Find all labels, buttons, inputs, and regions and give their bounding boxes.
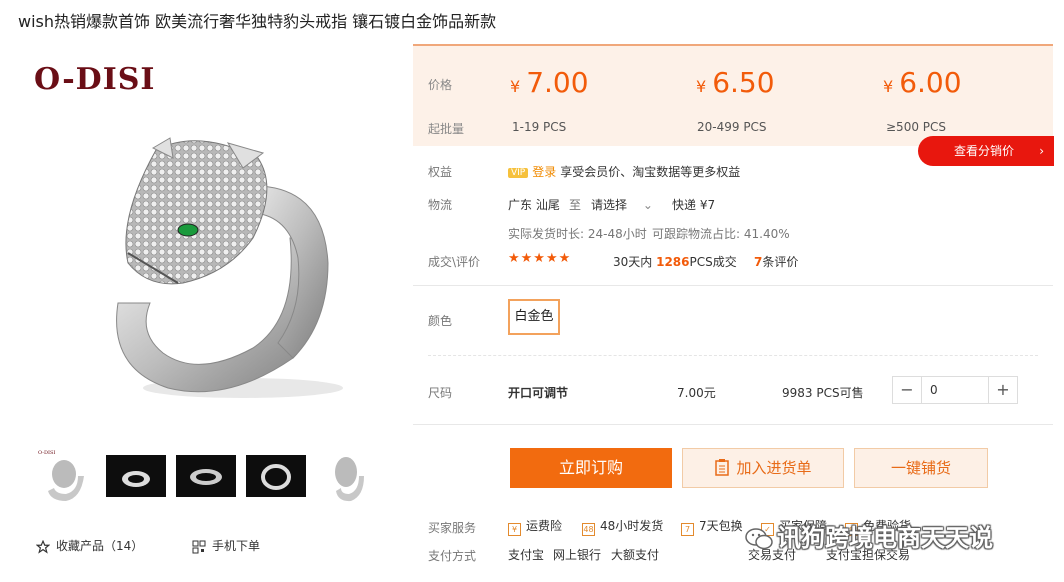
- price-box: 价格 起批量 ¥7.00 ¥6.50 ¥6.00 1-19 PCS 20-499…: [413, 44, 1053, 146]
- one-click-distribute-button[interactable]: 一键铺货: [854, 448, 988, 488]
- login-link[interactable]: 登录: [532, 165, 556, 179]
- price-label: 价格: [428, 78, 453, 92]
- qrcode-icon: [192, 540, 206, 553]
- payment-method-large: 大额支付: [611, 548, 660, 562]
- clipboard-icon: [715, 459, 730, 476]
- quantity-plus-button[interactable]: +: [989, 377, 1017, 403]
- quantity-minus-button[interactable]: −: [893, 377, 921, 403]
- reviews-label: 成交\评价: [428, 255, 481, 269]
- svg-text:O-DISI: O-DISI: [38, 450, 55, 456]
- logistics-origin: 广东 汕尾: [508, 198, 560, 212]
- thumbnail-3[interactable]: [176, 455, 236, 497]
- payment-method-netbank: 网上银行: [553, 548, 602, 562]
- star-icon: [36, 539, 50, 554]
- review-summary[interactable]: 7条评价: [754, 253, 798, 270]
- ship-time: 实际发货时长: 24-48小时: [508, 227, 647, 241]
- color-option-white-gold[interactable]: 白金色: [508, 299, 560, 335]
- review-suffix: 条评价: [762, 255, 799, 269]
- price-tier-1: ¥7.00: [510, 66, 589, 99]
- distribution-button-label: 查看分销价: [954, 144, 1015, 158]
- thumbnail-4[interactable]: [246, 455, 306, 497]
- service-freight-insurance[interactable]: ¥ 运费险: [508, 517, 562, 536]
- moq-label: 起批量: [428, 122, 465, 136]
- chevron-down-icon: ⌄: [642, 198, 653, 212]
- divider: [428, 355, 1038, 356]
- service-48h-shipping[interactable]: 48 48小时发货: [582, 517, 663, 536]
- size-stock: 9983 PCS可售: [782, 386, 864, 400]
- price-tier-2: ¥6.50: [696, 66, 775, 99]
- divider: [413, 285, 1053, 286]
- payment-method-alipay: 支付宝: [508, 548, 545, 562]
- payment-label: 支付方式: [428, 549, 477, 563]
- express-fee: 快递 ¥7: [672, 198, 716, 212]
- destination-select[interactable]: 请选择 ⌄: [591, 196, 653, 213]
- color-label: 颜色: [428, 314, 453, 328]
- logistics-to: 至: [569, 198, 582, 212]
- deals-prefix: 30天内: [613, 255, 653, 269]
- deals-count: 1286: [656, 255, 690, 269]
- add-to-cart-label: 加入进货单: [736, 459, 812, 477]
- favorite-label: 收藏产品（14）: [56, 539, 144, 553]
- logistics-label: 物流: [428, 198, 453, 212]
- order-now-button[interactable]: 立即订购: [510, 448, 672, 488]
- thumbnail-1[interactable]: O-DISI: [36, 446, 96, 506]
- rating-stars: ★★★★★: [508, 251, 572, 266]
- mobile-order-label: 手机下单: [212, 539, 261, 553]
- size-label: 尺码: [428, 386, 453, 400]
- deals-suffix: PCS成交: [689, 255, 737, 269]
- quantity-input[interactable]: 0: [921, 377, 989, 403]
- divider: [413, 424, 1053, 425]
- size-name: 开口可调节: [508, 386, 569, 400]
- watermark-text: 讯狗跨境电商天天说: [777, 524, 993, 552]
- 48h-icon: 48: [582, 523, 595, 536]
- 7day-icon: 7: [681, 523, 694, 536]
- vip-badge: VIP: [508, 168, 529, 178]
- benefits-label: 权益: [428, 165, 453, 179]
- trace-ratio: 可跟踪物流占比: 41.40%: [652, 227, 790, 241]
- thumbnail-5[interactable]: [316, 446, 376, 506]
- favorite-product[interactable]: 收藏产品（14）: [36, 537, 143, 554]
- price-tier-3: ¥6.00: [883, 66, 962, 99]
- destination-select-value: 请选择: [591, 198, 628, 212]
- chevron-right-icon: ›: [1039, 144, 1044, 158]
- mobile-order[interactable]: 手机下单: [192, 537, 260, 554]
- tier-range-2: 20-499 PCS: [697, 120, 767, 134]
- wechat-icon: [745, 528, 773, 550]
- benefits-text: 享受会员价、淘宝数据等更多权益: [560, 165, 741, 179]
- add-to-cart-button[interactable]: 加入进货单: [682, 448, 844, 488]
- size-price: 7.00元: [677, 386, 716, 400]
- services-label: 买家服务: [428, 521, 477, 535]
- thumbnail-2[interactable]: [106, 455, 166, 497]
- benefits-row: VIP 登录 享受会员价、淘宝数据等更多权益: [508, 163, 740, 180]
- tier-range-3: ≥500 PCS: [886, 120, 947, 134]
- service-7day-exchange[interactable]: 7 7天包换: [681, 517, 743, 536]
- watermark: 讯狗跨境电商天天说: [745, 518, 993, 553]
- view-distribution-price-button[interactable]: 查看分销价 ›: [918, 136, 1054, 166]
- thumbnail-strip: O-DISI: [36, 446, 376, 506]
- tier-range-1: 1-19 PCS: [512, 120, 567, 134]
- product-gallery: O-DISI: [18, 48, 398, 428]
- page-title: wish热销爆款首饰 欧美流行奢华独特豹头戒指 镶石镀白金饰品新款: [18, 12, 497, 31]
- deals-summary[interactable]: 30天内 1286PCS成交: [613, 253, 737, 270]
- product-main-image[interactable]: [78, 88, 368, 418]
- quantity-stepper: − 0 +: [892, 376, 1018, 404]
- freight-insurance-icon: ¥: [508, 523, 521, 536]
